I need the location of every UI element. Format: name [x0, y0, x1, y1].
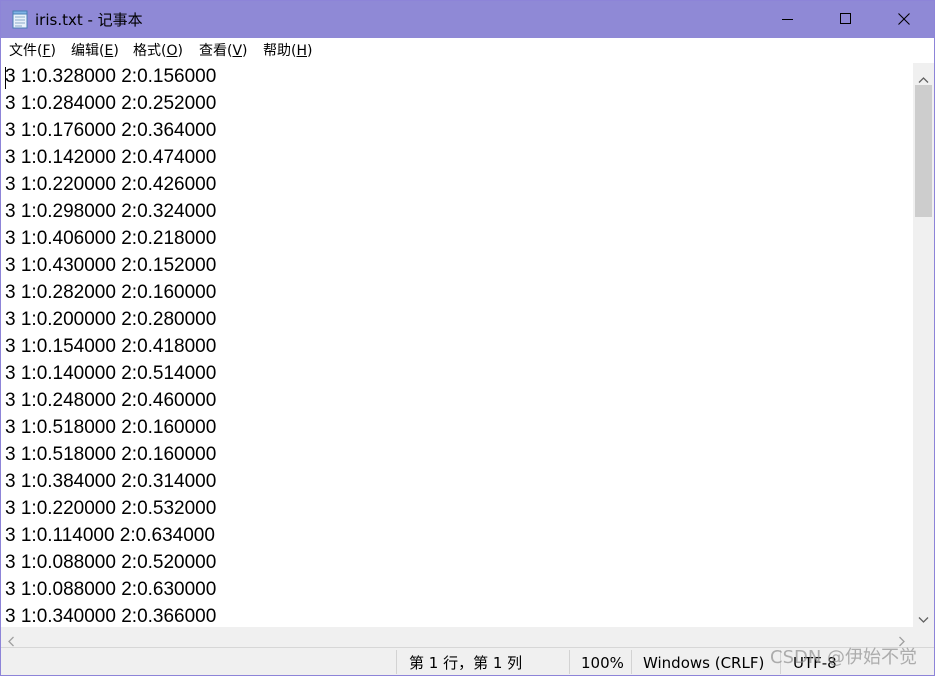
text-line: 3 1:0.248000 2:0.460000 — [5, 390, 217, 411]
status-zoom: 100% — [581, 654, 624, 672]
minimize-icon — [782, 19, 793, 20]
status-divider — [396, 650, 397, 674]
menu-format[interactable]: 格式(O) — [133, 42, 183, 60]
menu-help[interactable]: 帮助(H) — [263, 42, 312, 60]
status-cursor-position: 第 1 行，第 1 列 — [409, 654, 523, 672]
menu-bar: 文件(F) 编辑(E) 格式(O) 查看(V) 帮助(H) — [1, 38, 934, 63]
title-bar[interactable]: iris.txt - 记事本 — [1, 1, 934, 38]
status-line-ending: Windows (CRLF) — [643, 654, 765, 672]
text-editor[interactable]: 3 1:0.328000 2:0.156000 3 1:0.284000 2:0… — [1, 63, 913, 627]
text-line: 3 1:0.430000 2:0.152000 — [5, 255, 217, 276]
watermark: CSDN @伊始不觉 — [770, 647, 918, 668]
text-line: 3 1:0.154000 2:0.418000 — [5, 336, 217, 357]
text-line: 3 1:0.114000 2:0.634000 — [5, 525, 215, 546]
text-line: 3 1:0.140000 2:0.514000 — [5, 363, 217, 384]
text-line: 3 1:0.200000 2:0.280000 — [5, 309, 217, 330]
text-line: 3 1:0.220000 2:0.426000 — [5, 174, 217, 195]
menu-file[interactable]: 文件(F) — [9, 42, 56, 60]
text-line: 3 1:0.518000 2:0.160000 — [5, 417, 217, 438]
maximize-icon — [840, 13, 851, 24]
vertical-scroll-thumb[interactable] — [915, 85, 932, 217]
text-line: 3 1:0.406000 2:0.218000 — [5, 228, 217, 249]
minimize-button[interactable] — [765, 1, 811, 38]
vertical-scrollbar[interactable] — [913, 63, 934, 627]
text-line: 3 1:0.088000 2:0.630000 — [5, 579, 217, 600]
notepad-icon[interactable] — [12, 10, 28, 29]
text-line: 3 1:0.176000 2:0.364000 — [5, 120, 217, 141]
notepad-window: iris.txt - 记事本 文件(F) 编辑(E) 格式(O) 查看(V) 帮… — [0, 0, 935, 676]
window-title: iris.txt - 记事本 — [35, 11, 143, 29]
menu-edit[interactable]: 编辑(E) — [71, 42, 119, 60]
scrollbar-corner — [913, 627, 934, 647]
text-line: 3 1:0.328000 2:0.156000 — [5, 66, 217, 87]
text-line: 3 1:0.284000 2:0.252000 — [5, 93, 217, 114]
status-divider — [631, 650, 632, 674]
text-line: 3 1:0.340000 2:0.366000 — [5, 606, 217, 627]
menu-view[interactable]: 查看(V) — [199, 42, 248, 60]
close-icon — [898, 13, 910, 25]
text-line: 3 1:0.298000 2:0.324000 — [5, 201, 217, 222]
text-line: 3 1:0.518000 2:0.160000 — [5, 444, 217, 465]
status-divider — [569, 650, 570, 674]
maximize-button[interactable] — [823, 1, 869, 38]
scroll-down-icon[interactable] — [918, 609, 929, 628]
text-line: 3 1:0.142000 2:0.474000 — [5, 147, 217, 168]
text-line: 3 1:0.088000 2:0.520000 — [5, 552, 217, 573]
text-caret — [5, 67, 6, 89]
text-line: 3 1:0.220000 2:0.532000 — [5, 498, 217, 519]
text-line: 3 1:0.282000 2:0.160000 — [5, 282, 217, 303]
horizontal-scrollbar[interactable] — [1, 627, 913, 647]
text-line: 3 1:0.384000 2:0.314000 — [5, 471, 217, 492]
close-button[interactable] — [881, 1, 927, 38]
